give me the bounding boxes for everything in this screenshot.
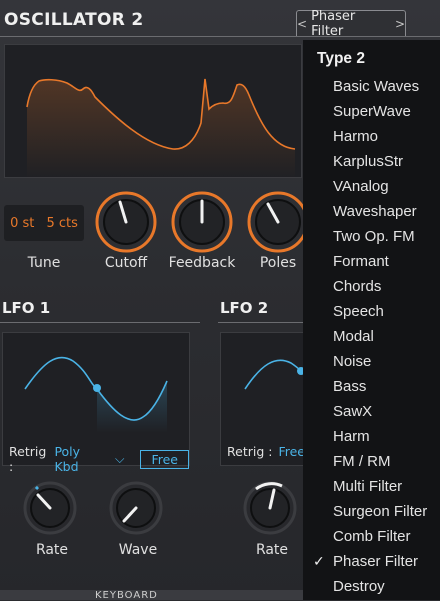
menu-item-label: Basic Waves bbox=[333, 78, 420, 95]
chevron-down-icon[interactable]: ⌵ bbox=[115, 451, 124, 467]
lfo2-retrig-row: Retrig : Free bbox=[227, 444, 305, 459]
lfo1-retrig-value[interactable]: Poly Kbd bbox=[54, 444, 101, 474]
menu-item[interactable]: Destroy bbox=[303, 576, 440, 601]
keyboard-label: KEYBOARD bbox=[95, 590, 158, 601]
lfo2-title: LFO 2 bbox=[220, 299, 269, 317]
lfo2-rate-label: Rate bbox=[255, 542, 289, 558]
menu-item[interactable]: Two Op. FM bbox=[303, 226, 440, 251]
lfo1-display: Retrig : Poly Kbd ⌵ Free bbox=[2, 332, 190, 474]
menu-item-label: Harm bbox=[333, 428, 370, 445]
lfo1-wave-label: Wave bbox=[118, 542, 158, 558]
menu-item[interactable]: Harmo bbox=[303, 126, 440, 151]
menu-item[interactable]: Basic Waves bbox=[303, 76, 440, 101]
menu-item[interactable]: Comb Filter bbox=[303, 526, 440, 551]
lfo2-retrig-label: Retrig : bbox=[227, 444, 273, 459]
lfo1-waveform bbox=[24, 356, 168, 433]
menu-header: Type 2 bbox=[317, 50, 365, 67]
lfo1-rate-knob[interactable] bbox=[22, 480, 78, 536]
poles-knob[interactable] bbox=[246, 190, 310, 254]
menu-item-label: Multi Filter bbox=[333, 478, 403, 495]
menu-item[interactable]: Surgeon Filter bbox=[303, 501, 440, 526]
menu-item-label: Chords bbox=[333, 278, 382, 295]
menu-item[interactable]: Multi Filter bbox=[303, 476, 440, 501]
menu-item-label: Harmo bbox=[333, 128, 379, 145]
filter-type-selector[interactable]: < Phaser Filter > bbox=[296, 8, 406, 39]
menu-item[interactable]: Formant bbox=[303, 251, 440, 276]
waveform-graphic bbox=[26, 78, 296, 179]
menu-item-label: Bass bbox=[333, 378, 367, 395]
menu-item[interactable]: Modal bbox=[303, 326, 440, 351]
lfo2-divider bbox=[218, 322, 308, 323]
menu-item[interactable]: Noise bbox=[303, 351, 440, 376]
oscillator-title: OSCILLATOR 2 bbox=[4, 10, 144, 30]
cutoff-knob[interactable] bbox=[94, 190, 158, 254]
menu-item[interactable]: Chords bbox=[303, 276, 440, 301]
menu-item-label: SuperWave bbox=[333, 103, 411, 120]
filter-type-menu: Type 2 Basic Waves SuperWave Harmo KarplusS… bbox=[303, 40, 440, 600]
lfo1-rate-label: Rate bbox=[35, 542, 69, 558]
checkmark-icon: ✓ bbox=[313, 553, 325, 569]
menu-item-label: Two Op. FM bbox=[333, 228, 415, 245]
menu-item-label: KarplusStr bbox=[333, 153, 404, 170]
feedback-label: Feedback bbox=[168, 255, 236, 271]
lfo1-wave-knob[interactable] bbox=[108, 480, 164, 536]
lfo2-display: Retrig : Free bbox=[220, 332, 310, 466]
menu-item[interactable]: Speech bbox=[303, 301, 440, 326]
menu-item[interactable]: FM / RM bbox=[303, 451, 440, 476]
menu-item-label: Phaser Filter bbox=[333, 553, 419, 570]
menu-item[interactable]: SuperWave bbox=[303, 101, 440, 126]
menu-item[interactable]: Bass bbox=[303, 376, 440, 401]
lfo1-retrig-row: Retrig : Poly Kbd ⌵ Free bbox=[9, 444, 189, 474]
lfo2-waveform bbox=[244, 359, 305, 390]
menu-item-label: Modal bbox=[333, 328, 374, 345]
tune-display[interactable]: 0 st 5 cts bbox=[4, 205, 84, 241]
feedback-knob[interactable] bbox=[170, 190, 234, 254]
menu-item[interactable]: ✓ Phaser Filter bbox=[303, 551, 440, 576]
menu-item[interactable]: Harm bbox=[303, 426, 440, 451]
lfo2-rate-knob[interactable] bbox=[242, 480, 298, 536]
lfo1-free-button[interactable]: Free bbox=[140, 449, 189, 469]
menu-item-label: Formant bbox=[333, 253, 389, 270]
lfo1-title: LFO 1 bbox=[2, 299, 51, 317]
lfo1-divider bbox=[0, 322, 200, 323]
oscillator-waveform-display bbox=[4, 44, 302, 179]
lfo1-phase-dot bbox=[93, 384, 101, 392]
menu-item-label: Comb Filter bbox=[333, 528, 411, 545]
tune-semitones-value[interactable]: 0 st bbox=[10, 216, 34, 231]
lfo2-retrig-value[interactable]: Free bbox=[278, 444, 305, 459]
tune-label: Tune bbox=[27, 255, 61, 271]
menu-item[interactable]: KarplusStr bbox=[303, 151, 440, 176]
menu-item-label: SawX bbox=[333, 403, 373, 420]
menu-item-label: Speech bbox=[333, 303, 384, 320]
chevron-right-icon[interactable]: > bbox=[395, 17, 405, 31]
lfo1-retrig-label: Retrig : bbox=[9, 444, 47, 474]
menu-item-label: VAnalog bbox=[333, 178, 389, 195]
cutoff-label: Cutoff bbox=[104, 255, 148, 271]
menu-item-label: Surgeon Filter bbox=[333, 503, 428, 520]
menu-item[interactable]: VAnalog bbox=[303, 176, 440, 201]
menu-item-label: Noise bbox=[333, 353, 372, 370]
menu-item-label: Destroy bbox=[333, 578, 385, 595]
menu-item[interactable]: Waveshaper bbox=[303, 201, 440, 226]
tune-cents-value[interactable]: 5 cts bbox=[46, 216, 77, 231]
chevron-left-icon[interactable]: < bbox=[297, 17, 307, 31]
menu-item-label: FM / RM bbox=[333, 453, 391, 470]
menu-item[interactable]: SawX bbox=[303, 401, 440, 426]
filter-type-label: Phaser Filter bbox=[311, 8, 356, 39]
menu-item-label: Waveshaper bbox=[333, 203, 417, 220]
